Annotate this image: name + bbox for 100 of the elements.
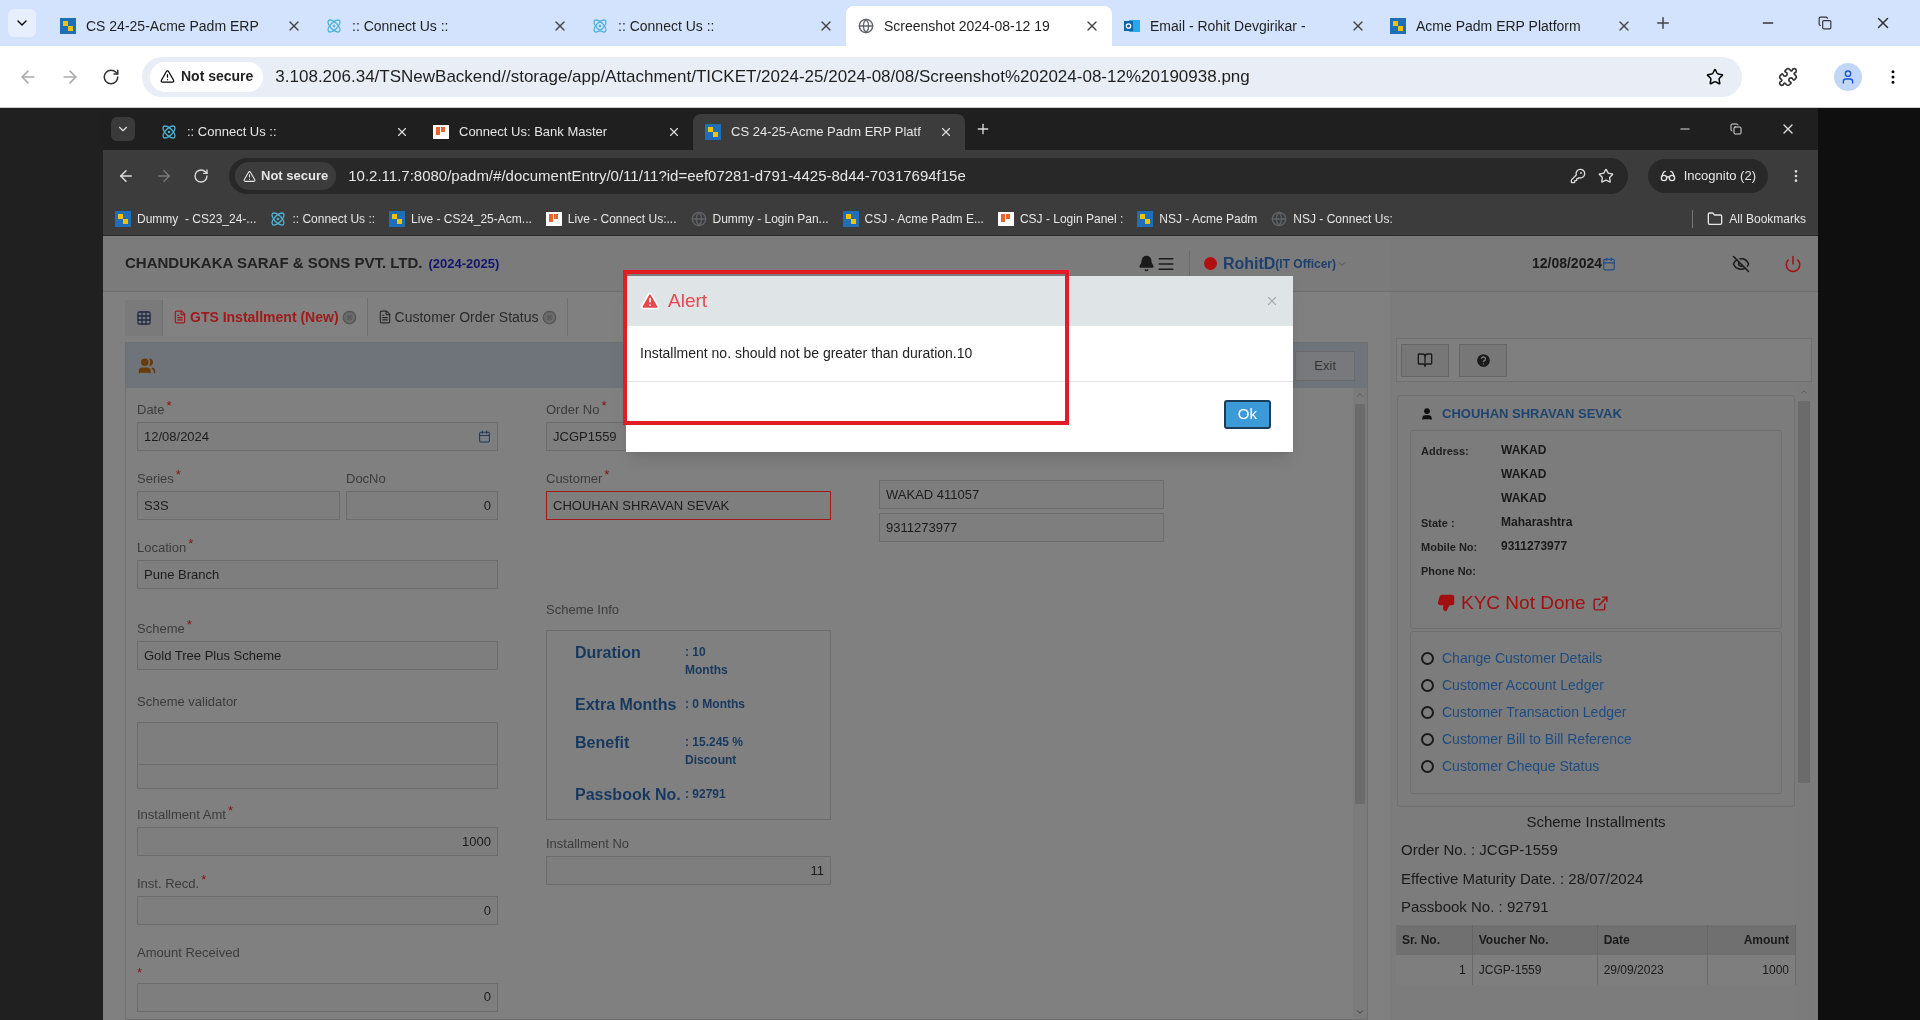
atom-icon bbox=[270, 210, 287, 227]
series-field[interactable]: S3S bbox=[137, 491, 340, 520]
radio[interactable] bbox=[1421, 732, 1434, 746]
book-button[interactable] bbox=[1401, 343, 1449, 377]
radio[interactable] bbox=[1421, 759, 1434, 773]
grid-logo-icon bbox=[1137, 210, 1154, 227]
security-chip[interactable]: Not secure bbox=[150, 61, 264, 92]
tab-title: CS 24-25-Acme Padm ERP Platf bbox=[731, 123, 922, 142]
back-icon[interactable] bbox=[117, 167, 135, 185]
bookmark[interactable]: NSJ - Acme Padm bbox=[1137, 209, 1258, 228]
browser-tab[interactable]: :: Connect Us :: bbox=[149, 114, 421, 150]
browser-tab[interactable]: CS 24-25-Acme Padm ERP bbox=[48, 6, 314, 46]
summary-line: Effective Maturity Date. : 28/07/2024 bbox=[1400, 868, 1645, 889]
detail-value: WAKAD bbox=[1501, 442, 1547, 459]
doc-no-field[interactable]: 0 bbox=[346, 491, 498, 520]
amount-received-field[interactable]: 0 bbox=[137, 982, 498, 1012]
summary-line: Passbook No. : 92791 bbox=[1400, 897, 1550, 917]
radio[interactable] bbox=[1421, 678, 1434, 692]
help-button[interactable] bbox=[1459, 343, 1507, 377]
bookmark[interactable]: CSJ - Login Panel : bbox=[997, 209, 1124, 228]
installment-no-field[interactable]: 11 bbox=[546, 856, 831, 885]
close-icon[interactable] bbox=[667, 125, 681, 139]
field-label: Series bbox=[137, 470, 174, 488]
company-name: CHANDUKAKA SARAF & SONS PVT. LTD. bbox=[125, 253, 423, 274]
section-title: Scheme Installments bbox=[1525, 811, 1667, 832]
external-link-icon bbox=[1591, 594, 1609, 612]
all-bookmarks[interactable]: All Bookmarks bbox=[1707, 209, 1806, 228]
tab-list-button[interactable] bbox=[111, 117, 135, 141]
flag-logo-icon bbox=[997, 210, 1014, 227]
browser-tab[interactable]: Email - Rohit Devgirikar - bbox=[1112, 6, 1378, 46]
globe-icon bbox=[690, 210, 707, 227]
reload-icon[interactable] bbox=[193, 168, 209, 184]
info-label: Extra Months bbox=[575, 695, 678, 715]
address-field[interactable]: WAKAD 411057 bbox=[879, 480, 1164, 509]
security-chip[interactable]: Not secure bbox=[235, 162, 337, 190]
bookmark[interactable]: :: Connect Us :: bbox=[270, 209, 376, 228]
address-field[interactable]: 9311273977 bbox=[879, 513, 1164, 542]
column-header: Date bbox=[1597, 924, 1708, 955]
page-tab[interactable]: Customer Order Status bbox=[367, 298, 568, 336]
close-icon[interactable] bbox=[395, 125, 409, 139]
browser-tab[interactable]: Acme Padm ERP Platform bbox=[1378, 6, 1644, 46]
bookmark[interactable]: NSJ - Connect Us: bbox=[1271, 209, 1393, 228]
installments-received-field[interactable]: 0 bbox=[137, 896, 498, 925]
bookmark-star-icon[interactable] bbox=[1706, 67, 1724, 86]
browser-tab[interactable]: Connect Us: Bank Master bbox=[421, 114, 693, 150]
bookmark[interactable]: CSJ - Acme Padm E... bbox=[842, 209, 984, 228]
table-cell: 29/09/2023 bbox=[1597, 954, 1708, 985]
grid-logo-icon bbox=[389, 210, 406, 227]
grid-logo-icon bbox=[842, 210, 859, 227]
address-bar[interactable]: Not secure 3.108.206.34/TSNewBackend//storage/app/Attachment/TICKET/2024-25/2024-08/08/Screenshot%202024-08-12%20190938.png bbox=[142, 56, 1742, 97]
eye-off-icon[interactable] bbox=[1732, 254, 1750, 273]
users-icon bbox=[138, 356, 156, 375]
location-field[interactable]: Pune Branch bbox=[137, 560, 498, 589]
tab-title: Connect Us: Bank Master bbox=[459, 123, 609, 142]
browser-tab[interactable]: CS 24-25-Acme Padm ERP Platf bbox=[693, 114, 965, 150]
profile-avatar[interactable] bbox=[1834, 62, 1862, 91]
tab-list-button[interactable] bbox=[8, 9, 36, 37]
required-mark: * bbox=[175, 469, 181, 481]
radio[interactable] bbox=[1421, 705, 1434, 719]
date-field[interactable]: 12/08/2024 bbox=[137, 422, 498, 451]
scheme-field[interactable]: Gold Tree Plus Scheme bbox=[137, 641, 498, 670]
reload-icon[interactable] bbox=[102, 67, 120, 86]
bookmark[interactable]: Dummy - Login Pan... bbox=[690, 209, 829, 228]
browser-tab[interactable]: Screenshot 2024-08-12 19 bbox=[846, 6, 1112, 46]
customer-field[interactable]: CHOUHAN SHRAVAN SEVAK bbox=[546, 491, 831, 520]
incognito-chip[interactable]: Incognito (2) bbox=[1647, 159, 1768, 193]
atom-icon bbox=[592, 18, 608, 34]
restore-icon[interactable] bbox=[1818, 16, 1832, 30]
browser-tab[interactable]: :: Connect Us :: bbox=[580, 6, 846, 46]
mail-logo-icon bbox=[1124, 18, 1140, 34]
section-label: Scheme Info bbox=[546, 601, 620, 619]
calendar-icon[interactable] bbox=[478, 430, 491, 443]
globe-icon bbox=[858, 18, 874, 34]
customer-name: CHOUHAN SHRAVAN SEVAK bbox=[1442, 405, 1622, 424]
help-icon bbox=[1474, 351, 1492, 369]
scrollbar[interactable] bbox=[1353, 388, 1367, 1019]
extensions-icon[interactable] bbox=[1778, 66, 1798, 87]
key-icon[interactable] bbox=[1569, 168, 1586, 184]
required-mark: * bbox=[604, 469, 610, 481]
close-icon[interactable] bbox=[939, 125, 953, 139]
address-bar[interactable]: Not secure 10.2.11.7:8080/padm/#/documentEntry/0/11/11?id=eef07281-d791-4425-8d44-70317694f15e bbox=[229, 158, 1628, 194]
new-tab-icon[interactable] bbox=[1654, 14, 1672, 32]
bookmark[interactable]: Dummy - CS23_24-... bbox=[115, 209, 257, 228]
bookmark[interactable]: Live - CS24_25-Acm... bbox=[389, 209, 532, 228]
forward-icon[interactable] bbox=[155, 167, 173, 185]
apps-grid-button[interactable] bbox=[125, 300, 163, 336]
field-label: Installment Amt bbox=[137, 806, 226, 824]
field-label: Installment No bbox=[546, 835, 630, 853]
restore-icon[interactable] bbox=[1730, 123, 1742, 135]
document-icon bbox=[377, 310, 392, 324]
browser-tab[interactable]: :: Connect Us :: bbox=[314, 6, 580, 46]
radio[interactable] bbox=[1421, 651, 1434, 665]
installment-amount-field[interactable]: 1000 bbox=[137, 827, 498, 856]
new-tab-icon[interactable] bbox=[975, 121, 991, 137]
url-text: 10.2.11.7:8080/padm/#/documentEntry/0/11/11?id=eef07281-d791-4425-8d44-70317694f15e bbox=[348, 165, 967, 186]
column-header: Voucher No. bbox=[1472, 924, 1598, 955]
bookmark[interactable]: Live - Connect Us:... bbox=[545, 209, 677, 228]
tab-title: Screenshot 2024-08-12 19 bbox=[884, 16, 1051, 36]
grid-icon bbox=[135, 310, 152, 326]
bell-icon[interactable] bbox=[1137, 255, 1155, 272]
